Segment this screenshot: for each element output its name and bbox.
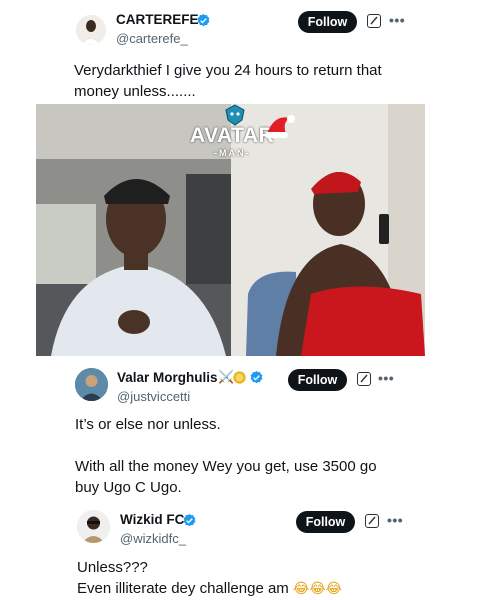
post-text: Verydarkthief I give you 24 hours to ret… <box>74 60 454 102</box>
gold-badge-icon <box>233 371 246 384</box>
watermark-sub: -MAN- <box>214 148 251 158</box>
author-name[interactable]: Wizkid FC <box>120 512 184 527</box>
more-options-icon[interactable]: ••• <box>378 370 394 386</box>
santa-hat-icon <box>265 115 295 138</box>
edit-square-icon[interactable] <box>365 514 379 528</box>
author-name[interactable]: Valar Morghulis <box>117 370 218 385</box>
laughing-emoji-icon: 😂😂😂 <box>292 581 343 597</box>
verified-badge-icon <box>197 13 210 27</box>
author-handle[interactable]: @wizkidfc_ <box>120 531 186 546</box>
reply-text-line: It’s or else nor unless. <box>75 416 221 433</box>
avatar[interactable] <box>76 15 106 45</box>
author-handle[interactable]: @carterefe_ <box>116 31 188 46</box>
edit-square-icon[interactable] <box>367 14 381 28</box>
author-handle[interactable]: @justviccetti <box>117 389 190 404</box>
avatar[interactable] <box>75 368 108 401</box>
edit-square-icon[interactable] <box>357 372 371 386</box>
reply-text-content: Even illiterate dey challenge am <box>77 580 289 597</box>
avatar[interactable] <box>77 510 110 543</box>
verified-badge-icon <box>250 370 263 384</box>
reply-text: It’s or else nor unless. With all the mo… <box>75 414 455 498</box>
avatar-logo-icon <box>225 104 245 126</box>
more-options-icon[interactable]: ••• <box>387 512 403 528</box>
post-text-line: Verydarkthief I give you 24 hours to ret… <box>74 62 382 79</box>
follow-button[interactable]: Follow <box>288 369 347 391</box>
reply-text-line: With all the money Wey you get, use 3500… <box>75 458 377 475</box>
reply-text-line: Even illiterate dey challenge am 😂😂😂 <box>77 578 457 600</box>
post-text-line: money unless....... <box>74 83 196 100</box>
author-name[interactable]: CARTEREFE <box>116 12 199 27</box>
follow-button[interactable]: Follow <box>298 11 357 33</box>
reply-text-line: buy Ugo C Ugo. <box>75 479 182 496</box>
reply-text: Unless??? Even illiterate dey challenge … <box>77 557 457 600</box>
verified-badge-icon <box>183 513 196 527</box>
reply-text-line: Unless??? <box>77 559 148 576</box>
more-options-icon[interactable]: ••• <box>389 12 405 28</box>
follow-button[interactable]: Follow <box>296 511 355 533</box>
watermark-brand: AVATAR <box>190 124 275 147</box>
post-media-image[interactable]: AVATAR -MAN- <box>36 104 425 356</box>
